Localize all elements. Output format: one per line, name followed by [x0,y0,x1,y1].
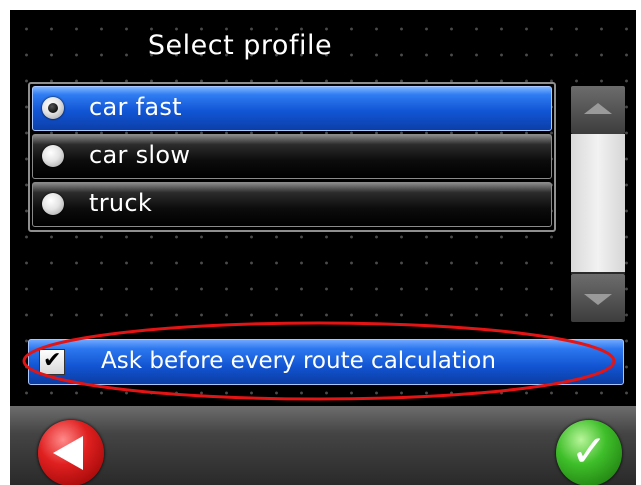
profile-list: car fast car slow truck [28,82,556,232]
arrow-up-icon [584,103,612,114]
ask-before-route-checkbox[interactable]: ✔ [39,348,65,375]
back-button[interactable] [38,420,104,485]
scroll-up-button[interactable] [571,86,625,134]
radio-unselected-icon [42,193,64,215]
checkmark-icon: ✓ [570,426,608,477]
scroll-thumb[interactable] [571,134,625,272]
profile-item-label: car fast [89,93,182,121]
arrow-down-icon [584,294,612,305]
profile-item-label: car slow [89,141,191,169]
profile-item-car-fast[interactable]: car fast [32,86,552,131]
bottom-toolbar: ✓ [10,406,636,485]
profile-item-car-slow[interactable]: car slow [32,134,552,179]
ask-before-route-label: Ask before every route calculation [101,348,496,374]
checkmark-icon: ✔ [43,348,62,373]
back-arrow-icon [53,436,83,470]
radio-selected-icon [42,97,64,119]
scrollbar [571,86,625,322]
profile-item-label: truck [89,189,153,217]
ask-before-route-option[interactable]: ✔ Ask before every route calculation [28,339,624,385]
page-title: Select profile [147,30,333,61]
screen: Select profile car fast car slow truck ✔… [0,0,641,485]
device-screen: Select profile car fast car slow truck ✔… [10,10,636,485]
scroll-track[interactable] [571,134,625,274]
profile-item-truck[interactable]: truck [32,182,552,227]
scroll-down-button[interactable] [571,274,625,322]
radio-unselected-icon [42,145,64,167]
confirm-button[interactable]: ✓ [556,420,622,485]
